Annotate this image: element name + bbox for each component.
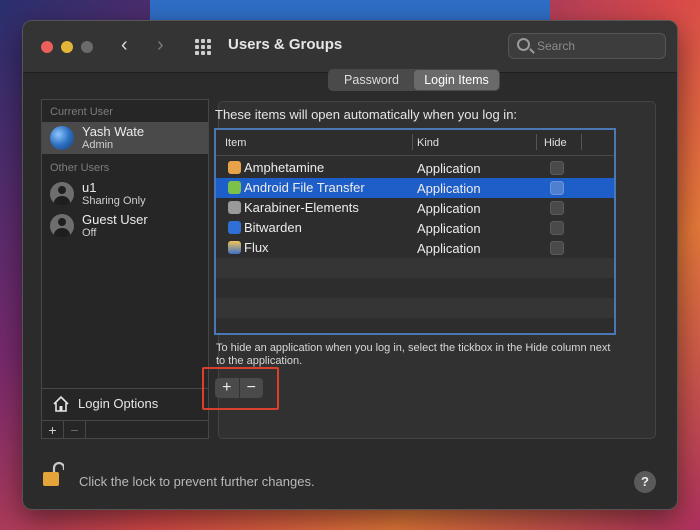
current-user-label: Current User xyxy=(50,106,113,118)
help-button[interactable]: ? xyxy=(634,471,656,493)
app-kind: Application xyxy=(417,241,481,256)
app-kind: Application xyxy=(417,221,481,236)
bitwarden-icon xyxy=(228,221,241,234)
app-name: Flux xyxy=(244,240,269,255)
unlocked-padlock-icon[interactable] xyxy=(42,462,64,488)
hide-checkbox[interactable] xyxy=(550,201,564,215)
zoom-window-button[interactable] xyxy=(81,41,93,53)
app-name: Android File Transfer xyxy=(244,180,365,195)
remove-user-button[interactable]: − xyxy=(64,421,86,439)
table-row[interactable]: Karabiner-Elements Application xyxy=(216,198,614,218)
user-avatar xyxy=(50,214,74,238)
column-header-hide[interactable]: Hide xyxy=(544,137,567,149)
hide-hint-text: To hide an application when you log in, … xyxy=(216,342,611,367)
app-kind: Application xyxy=(417,181,481,196)
tab-bar: Password Login Items xyxy=(328,69,500,91)
table-row[interactable]: Bitwarden Application xyxy=(216,218,614,238)
login-items-table: Item Kind Hide Amphetamine Application A… xyxy=(214,128,616,335)
app-name: Amphetamine xyxy=(244,160,325,175)
tab-password[interactable]: Password xyxy=(329,70,414,90)
user-name: Yash Wate xyxy=(82,124,145,139)
search-icon xyxy=(517,38,530,51)
users-sidebar: Current User Yash Wate Admin Other Users… xyxy=(41,99,209,439)
hide-checkbox[interactable] xyxy=(550,161,564,175)
back-chevron-icon[interactable]: ‹ xyxy=(121,35,128,55)
forward-chevron-icon[interactable]: › xyxy=(157,35,164,55)
table-row[interactable]: Flux Application xyxy=(216,238,614,258)
search-field[interactable] xyxy=(508,33,666,59)
hide-checkbox[interactable] xyxy=(550,221,564,235)
other-users-label: Other Users xyxy=(50,162,110,174)
show-all-grid-icon[interactable] xyxy=(195,39,211,55)
tab-login-items[interactable]: Login Items xyxy=(414,70,499,90)
app-kind: Application xyxy=(417,201,481,216)
user-row-u1[interactable]: u1 Sharing Only xyxy=(42,178,208,210)
amphetamine-icon xyxy=(228,161,241,174)
app-name: Karabiner-Elements xyxy=(244,200,359,215)
add-user-button[interactable]: + xyxy=(42,421,64,439)
user-name: u1 xyxy=(82,180,97,195)
karabiner-elements-icon xyxy=(228,201,241,214)
close-window-button[interactable] xyxy=(41,41,53,53)
house-icon xyxy=(53,395,69,412)
login-items-intro: These items will open automatically when… xyxy=(215,107,518,122)
highlight-annotation xyxy=(202,367,279,410)
flux-icon xyxy=(228,241,241,254)
column-header-item[interactable]: Item xyxy=(225,137,246,149)
table-row-empty xyxy=(216,258,614,278)
app-name: Bitwarden xyxy=(244,220,302,235)
hide-checkbox[interactable] xyxy=(550,241,564,255)
android-file-transfer-icon xyxy=(228,181,241,194)
user-avatar xyxy=(50,182,74,206)
user-role: Off xyxy=(82,227,97,239)
table-row-empty xyxy=(216,278,614,298)
user-role: Admin xyxy=(82,139,114,151)
user-row-guest[interactable]: Guest User Off xyxy=(42,210,208,242)
table-row-empty xyxy=(216,298,614,318)
user-role: Sharing Only xyxy=(82,195,146,207)
minimize-window-button[interactable] xyxy=(61,41,73,53)
window-title: Users & Groups xyxy=(228,36,343,53)
table-row[interactable]: Amphetamine Application xyxy=(216,158,614,178)
hide-checkbox[interactable] xyxy=(550,181,564,195)
lock-status-text: Click the lock to prevent further change… xyxy=(79,474,315,489)
user-avatar xyxy=(50,126,74,150)
user-name: Guest User xyxy=(82,212,148,227)
user-row-current[interactable]: Yash Wate Admin xyxy=(42,122,208,154)
app-kind: Application xyxy=(417,161,481,176)
table-header: Item Kind Hide xyxy=(216,130,614,156)
titlebar: ‹ › Users & Groups xyxy=(23,21,677,73)
table-row[interactable]: Android File Transfer Application xyxy=(216,178,614,198)
sidebar-toolbar: + − xyxy=(42,420,208,439)
column-header-kind[interactable]: Kind xyxy=(417,137,439,149)
search-input[interactable] xyxy=(537,38,657,54)
login-options-item[interactable]: Login Options xyxy=(42,388,208,418)
login-options-label: Login Options xyxy=(78,396,159,411)
